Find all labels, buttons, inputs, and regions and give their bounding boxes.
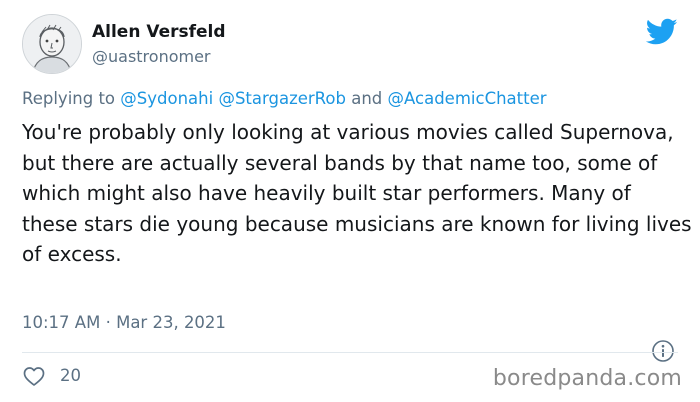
author-handle[interactable]: @uastronomer bbox=[92, 47, 211, 66]
replying-to-line: Replying to @Sydonahi @StargazerRob and … bbox=[22, 89, 547, 108]
like-count: 20 bbox=[60, 366, 81, 385]
mention-academicchatter[interactable]: @AcademicChatter bbox=[388, 89, 547, 108]
avatar-sketch bbox=[23, 15, 81, 73]
twitter-bird-icon[interactable] bbox=[646, 18, 678, 46]
replying-to-prefix: Replying to bbox=[22, 89, 121, 108]
author-name[interactable]: Allen Versfeld bbox=[92, 22, 226, 42]
heart-icon[interactable] bbox=[22, 364, 46, 388]
tweet-date[interactable]: Mar 23, 2021 bbox=[116, 313, 226, 332]
tweet-time[interactable]: 10:17 AM bbox=[22, 313, 100, 332]
mention-sydonahi[interactable]: @Sydonahi bbox=[120, 89, 213, 108]
mention-stargazerrob[interactable]: @StargazerRob bbox=[218, 89, 346, 108]
info-icon[interactable] bbox=[651, 339, 675, 363]
watermark: boredpanda.com bbox=[492, 366, 682, 391]
divider bbox=[22, 352, 678, 353]
replying-to-and: and bbox=[351, 89, 383, 108]
avatar[interactable] bbox=[22, 14, 82, 74]
tweet-text: You're probably only looking at various … bbox=[22, 120, 692, 266]
tweet-timestamp[interactable]: 10:17 AM · Mar 23, 2021 bbox=[22, 313, 226, 332]
timestamp-separator: · bbox=[105, 313, 111, 332]
